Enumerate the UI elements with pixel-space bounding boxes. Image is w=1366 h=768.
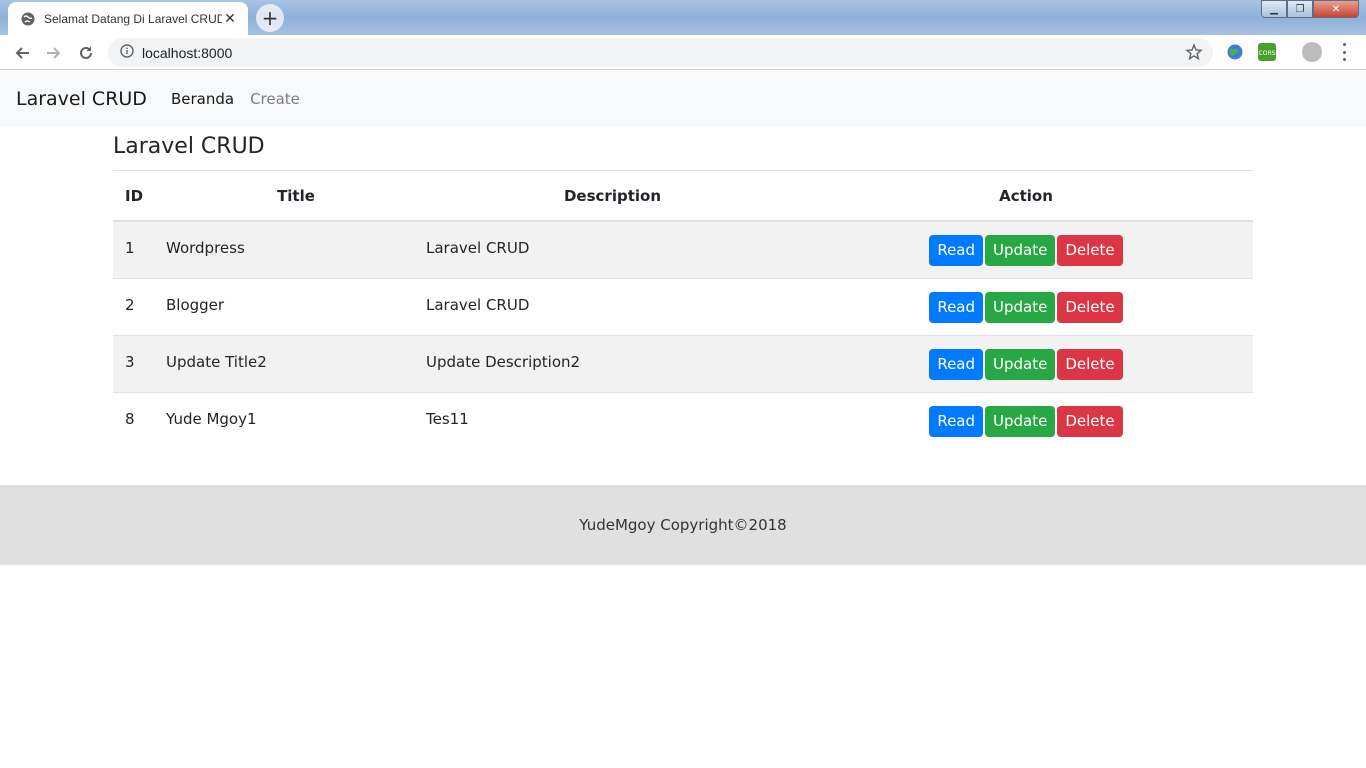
cell-description: Laravel CRUD [426,239,530,257]
delete-button[interactable]: Delete [1057,291,1123,323]
nav-link-create[interactable]: Create [250,90,300,108]
navbar-brand[interactable]: Laravel CRUD [16,88,147,110]
update-button[interactable]: Update [985,235,1056,266]
read-button[interactable]: Read [929,291,984,323]
browser-titlebar: Selamat Datang Di Laravel CRUD ✕ + ▁ ❐ ✕ [0,0,1366,35]
page-title: Laravel CRUD [113,127,1253,171]
table-row: 2 Blogger Laravel CRUD Read Update Delete [113,278,1253,335]
minimize-icon[interactable]: ▁ [1261,0,1287,18]
cell-title: Yude Mgoy1 [166,409,257,428]
update-button[interactable]: Update [985,291,1056,323]
cell-id: 3 [125,352,135,371]
maximize-icon[interactable]: ❐ [1287,0,1313,18]
column-header-action: Action [799,171,1253,222]
extension-cors-icon[interactable]: CORS [1258,43,1276,61]
column-header-description: Description [426,171,799,222]
table-header-row: ID Title Description Action [113,171,1253,222]
cell-description: Laravel CRUD [426,295,530,314]
window-controls: ▁ ❐ ✕ [1261,0,1359,18]
forward-icon[interactable] [41,40,67,66]
cell-id: 2 [125,295,135,314]
back-icon[interactable] [9,40,35,66]
column-header-id: ID [113,171,166,222]
delete-button[interactable]: Delete [1057,348,1123,380]
delete-button[interactable]: Delete [1057,405,1123,437]
profile-avatar-icon[interactable] [1302,42,1322,62]
update-button[interactable]: Update [985,348,1056,380]
cell-title: Wordpress [166,239,245,257]
read-button[interactable]: Read [929,235,984,266]
table-row: 8 Yude Mgoy1 Tes11 Read Update Delete [113,392,1253,449]
read-button[interactable]: Read [929,405,984,437]
bookmark-star-icon[interactable] [1185,43,1203,65]
browser-tab[interactable]: Selamat Datang Di Laravel CRUD ✕ [8,2,248,35]
update-button[interactable]: Update [985,405,1056,437]
cell-actions: Read Update Delete [799,221,1253,278]
svg-text:CORS: CORS [1259,50,1276,57]
navbar: Laravel CRUD Beranda Create [0,71,1366,127]
table-row: 1 Wordpress Laravel CRUD Read Update Delet… [113,221,1253,278]
browser-toolbar: localhost:8000 CORS [0,35,1366,70]
page: Laravel CRUD Beranda Create Laravel CRUD… [0,71,1366,768]
cell-actions: Read Update Delete [799,278,1253,335]
tab-close-icon[interactable]: ✕ [222,11,238,27]
reload-icon[interactable] [73,40,99,66]
main-container: Laravel CRUD ID Title Description Action… [113,127,1253,449]
footer: YudeMgoy Copyright©2018 [0,485,1366,565]
crud-table: ID Title Description Action 1 Wordpress … [113,171,1253,449]
close-window-icon[interactable]: ✕ [1313,0,1359,18]
table-row: 3 Update Title2 Update Description2 Read… [113,335,1253,392]
cell-description: Update Description2 [426,352,581,371]
cell-title: Update Title2 [166,352,267,371]
cell-id: 1 [125,239,135,257]
cell-description: Tes11 [426,409,469,428]
tab-title: Selamat Datang Di Laravel CRUD [44,11,222,26]
column-header-title: Title [166,171,426,222]
url-text: localhost:8000 [142,44,233,61]
browser-menu-icon[interactable] [1338,43,1350,61]
cell-title: Blogger [166,295,225,314]
address-bar[interactable]: localhost:8000 [108,38,1213,67]
cell-id: 8 [125,409,135,428]
info-icon[interactable] [120,43,134,62]
cell-actions: Read Update Delete [799,392,1253,449]
read-button[interactable]: Read [929,348,984,380]
globe-icon [20,11,36,27]
new-tab-button[interactable]: + [256,4,284,32]
delete-button[interactable]: Delete [1057,235,1123,266]
footer-copyright: YudeMgoy Copyright©2018 [579,516,787,534]
extension-globe-icon[interactable] [1226,43,1244,61]
cell-actions: Read Update Delete [799,335,1253,392]
nav-link-beranda[interactable]: Beranda [171,90,234,108]
